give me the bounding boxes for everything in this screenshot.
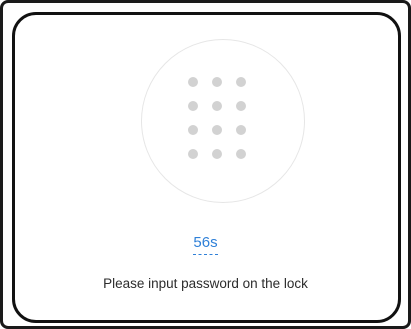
countdown-timer: 56s	[0, 234, 411, 255]
keypad-dot	[236, 125, 246, 135]
keypad-dot	[212, 149, 222, 159]
keypad-dot	[212, 77, 222, 87]
keypad-dot	[236, 149, 246, 159]
keypad-dot-grid	[186, 75, 260, 167]
keypad-dot	[212, 101, 222, 111]
countdown-timer-text: 56s	[193, 234, 218, 255]
keypad-dot	[188, 77, 198, 87]
keypad-icon	[141, 39, 305, 203]
keypad-dot	[236, 77, 246, 87]
keypad-dot	[188, 125, 198, 135]
keypad-dot	[188, 149, 198, 159]
keypad-dot	[236, 101, 246, 111]
lock-instruction-text: Please input password on the lock	[103, 276, 308, 291]
keypad-dot	[188, 101, 198, 111]
keypad-dot	[212, 125, 222, 135]
